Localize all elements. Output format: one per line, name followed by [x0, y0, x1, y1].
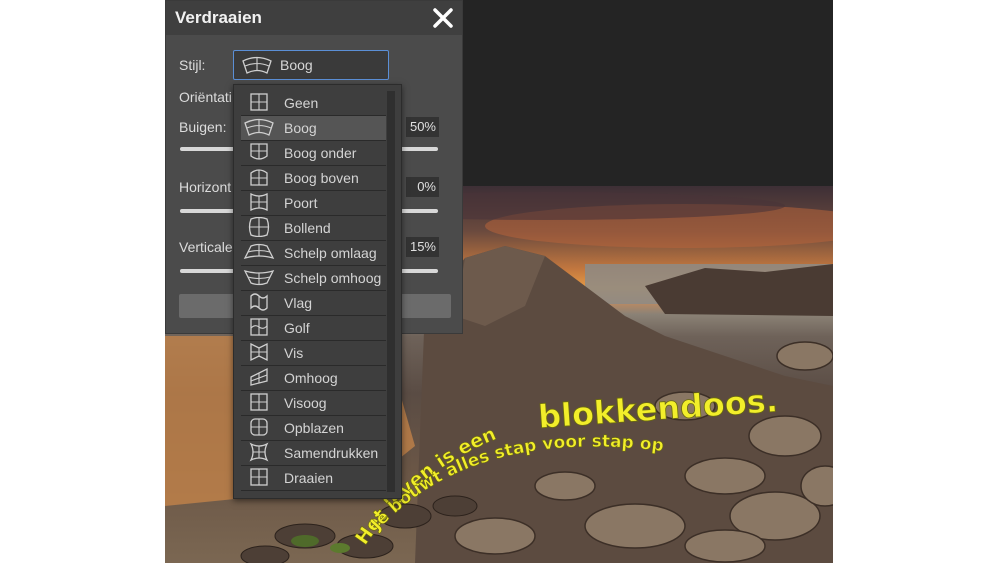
dropdown-option[interactable]: Vis: [241, 341, 386, 366]
dialog-title: Verdraaien: [175, 8, 262, 27]
style-label: Stijl:: [179, 57, 206, 73]
bulge-icon: [248, 217, 270, 237]
rise-icon: [250, 367, 268, 386]
dropdown-option-label: Draaien: [284, 470, 334, 486]
dropdown-option[interactable]: Poort: [241, 191, 386, 216]
dropdown-option[interactable]: Samendrukken: [241, 441, 386, 466]
dropdown-option-label: Bollend: [284, 220, 331, 236]
dropdown-option-label: Vlag: [284, 295, 313, 311]
arc-icon: [244, 118, 274, 136]
bend-label: Buigen:: [179, 119, 227, 135]
dropdown-option[interactable]: Draaien: [241, 466, 386, 491]
fish-icon: [250, 342, 268, 362]
dropdown-option[interactable]: Vlag: [241, 291, 386, 316]
close-icon[interactable]: [430, 5, 456, 31]
dropdown-option[interactable]: Golf: [241, 316, 386, 341]
style-dropdown: Geen Boog Boog onder Boog boven Poort Bollend…: [233, 84, 402, 499]
horizontal-value[interactable]: 0%: [406, 177, 439, 197]
dropdown-option-label: Visoog: [284, 395, 327, 411]
flag-icon: [250, 293, 268, 311]
orientation-label: Oriëntati: [179, 89, 232, 105]
arc-icon: [242, 56, 272, 74]
dropdown-option-label: Boog onder: [284, 145, 357, 161]
dropdown-option[interactable]: Visoog: [241, 391, 386, 416]
dropdown-option[interactable]: Opblazen: [241, 416, 386, 441]
dropdown-option[interactable]: Boog onder: [241, 141, 386, 166]
vertical-value[interactable]: 15%: [406, 237, 439, 257]
dropdown-option[interactable]: Schelp omlaag: [241, 241, 386, 266]
shell-upper-icon: [243, 269, 275, 286]
wave-icon: [250, 318, 268, 336]
fisheye-icon: [250, 393, 268, 411]
dropdown-option-label: Vis: [284, 345, 304, 361]
dropdown-option[interactable]: Schelp omhoog: [241, 266, 386, 291]
arch-icon: [250, 192, 268, 212]
dropdown-option-label: Omhoog: [284, 370, 338, 386]
vertical-label: Verticale: [179, 239, 233, 255]
dropdown-option-label: Golf: [284, 320, 310, 336]
shell-lower-icon: [243, 243, 275, 260]
dropdown-option[interactable]: Geen: [241, 91, 386, 116]
dialog-header: Verdraaien: [166, 1, 462, 35]
warped-text-line2: Je bouwt alles stap voor stap op: [366, 432, 665, 535]
horizontal-label: Horizont: [179, 179, 232, 195]
arc-lower-icon: [250, 143, 268, 160]
dropdown-scrollbar[interactable]: [387, 91, 395, 492]
warped-text-line1b: blokkendoos.: [537, 381, 779, 436]
twist-icon: [250, 468, 268, 486]
dropdown-option-label: Samendrukken: [284, 445, 379, 461]
style-select-value: Boog: [280, 57, 313, 73]
inflate-icon: [250, 418, 268, 436]
dropdown-option-label: Schelp omhoog: [284, 270, 382, 286]
dropdown-option-label: Poort: [284, 195, 318, 211]
style-option-list: Geen Boog Boog onder Boog boven Poort Bollend…: [241, 91, 386, 491]
squeeze-icon: [249, 442, 269, 462]
dropdown-option[interactable]: Boog boven: [241, 166, 386, 191]
grid-icon: [250, 93, 268, 111]
dropdown-option-label: Boog: [284, 120, 317, 136]
dropdown-option-label: Boog boven: [284, 170, 359, 186]
dropdown-option[interactable]: Boog: [241, 116, 386, 141]
arc-upper-icon: [250, 169, 268, 186]
dropdown-option-label: Schelp omlaag: [284, 245, 377, 261]
dropdown-option[interactable]: Omhoog: [241, 366, 386, 391]
dropdown-option[interactable]: Bollend: [241, 216, 386, 241]
bend-value[interactable]: 50%: [406, 117, 439, 137]
style-select[interactable]: Boog: [233, 50, 389, 80]
dropdown-option-label: Geen: [284, 95, 319, 111]
dropdown-option-label: Opblazen: [284, 420, 344, 436]
